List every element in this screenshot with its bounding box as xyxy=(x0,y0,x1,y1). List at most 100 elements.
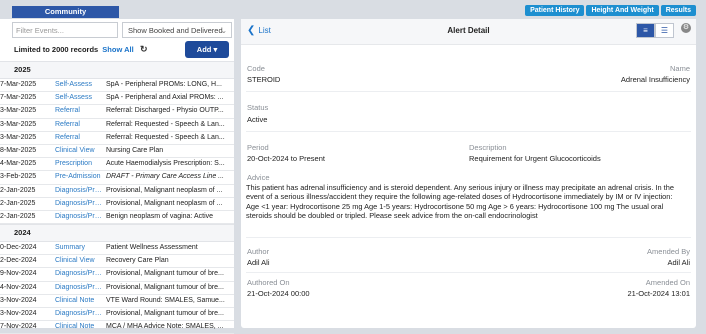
filter-events-input[interactable]: Filter Events... xyxy=(12,22,118,38)
height-and-weight-button[interactable]: Height And Weight xyxy=(586,5,659,16)
amended-on-label: Amended On xyxy=(645,278,690,287)
event-row[interactable]: 3-Mar-2025 Referral Referral: Requested - … xyxy=(0,119,234,132)
event-row[interactable]: 0-Dec-2024 Summary Patient Wellness Assess… xyxy=(0,242,234,256)
event-row[interactable]: 4-Nov-2024 Diagnosis/Pro... Provisional, M… xyxy=(0,282,234,295)
event-description: VTE Ward Round: SMALES, Samue... xyxy=(106,296,225,304)
event-description: Recovery Care Plan xyxy=(106,257,169,265)
event-description: Benign neoplasm of vagina: Active xyxy=(106,212,214,220)
event-description: Provisional, Malignant neoplasm of ... xyxy=(106,199,223,207)
event-type-link[interactable]: Self-Assess xyxy=(55,92,104,104)
event-type-link[interactable]: Diagnosis/Pro... xyxy=(55,282,104,294)
event-row[interactable]: 3-Feb-2025 Pre-Admission DRAFT - Primary C… xyxy=(0,171,234,185)
event-date: 2-Dec-2024 xyxy=(0,257,37,265)
amended-by-value: Adil Ali xyxy=(667,258,690,267)
event-row[interactable]: 2-Dec-2024 Clinical View Recovery Care Pla… xyxy=(0,255,234,269)
events-panel: Filter Events... Show Booked and Deliver… xyxy=(0,19,234,334)
event-type-link[interactable]: Diagnosis/Pro... xyxy=(55,185,104,197)
event-type-link[interactable]: Diagnosis/Pro... xyxy=(55,308,104,320)
name-value: Adrenal Insufficiency xyxy=(620,75,690,84)
event-row[interactable]: 7-Mar-2025 Self-Assess SpA - Peripheral PR… xyxy=(0,79,234,93)
event-date: 3-Mar-2025 xyxy=(0,120,37,128)
results-button[interactable]: Results xyxy=(660,5,696,16)
event-description: Provisional, Malignant neoplasm of ... xyxy=(106,186,223,194)
description-label: Description xyxy=(469,143,507,152)
event-date: 8-Mar-2025 xyxy=(0,146,37,154)
event-type-link[interactable]: Clinical View xyxy=(55,255,104,267)
period-value: 20-Oct-2024 to Present xyxy=(247,154,325,163)
amended-on-value: 21-Oct-2024 13:01 xyxy=(627,289,690,298)
code-label: Code xyxy=(247,64,265,73)
advice-text: This patient has adrenal insufficiency a… xyxy=(246,183,674,221)
event-row[interactable]: 3-Mar-2025 Referral Referral: Discharged -… xyxy=(0,105,234,119)
event-row[interactable]: 9-Nov-2024 Diagnosis/Pro... Provisional, M… xyxy=(0,268,234,282)
event-row[interactable]: 3-Mar-2025 Referral Referral: Requested - … xyxy=(0,132,234,145)
settings-icon[interactable]: ⚙ xyxy=(681,23,691,33)
authored-on-label: Authored On xyxy=(247,278,290,287)
event-date: 9-Nov-2024 xyxy=(0,270,37,278)
event-type-link[interactable]: Diagnosis/Pro... xyxy=(55,211,104,223)
event-type-link[interactable]: Referral xyxy=(55,119,104,131)
event-description: Referral: Requested - Speech & Lan... xyxy=(106,133,225,141)
event-row[interactable]: 2-Jan-2025 Diagnosis/Pro... Provisional, M… xyxy=(0,198,234,211)
event-row[interactable]: 2-Jan-2025 Diagnosis/Pro... Provisional, M… xyxy=(0,185,234,198)
event-description: Provisional, Malignant tumour of bre... xyxy=(106,270,224,278)
event-list: 2025 7-Mar-2025 Self-Assess SpA - Periphera… xyxy=(0,61,234,334)
event-date: 3-Mar-2025 xyxy=(0,107,37,115)
event-type-link[interactable]: Diagnosis/Pro... xyxy=(55,198,104,210)
event-row[interactable]: 7-Mar-2025 Self-Assess SpA - Peripheral an… xyxy=(0,92,234,106)
list-view-icon[interactable]: ☰ xyxy=(655,23,674,38)
event-date: 2-Jan-2025 xyxy=(0,186,36,194)
event-date: 0-Dec-2024 xyxy=(0,244,37,252)
event-type-link[interactable]: Prescription xyxy=(55,158,104,170)
description-value: Requirement for Urgent Glucocorticoids xyxy=(469,154,601,163)
event-row[interactable]: 3-Nov-2024 Clinical Note VTE Ward Round: S… xyxy=(0,295,234,308)
event-date: 3-Mar-2025 xyxy=(0,133,37,141)
event-type-link[interactable]: Pre-Admission xyxy=(55,171,104,183)
divider xyxy=(246,91,691,92)
chevron-down-icon: ⌄ xyxy=(220,26,227,35)
add-button[interactable]: Add ▾ xyxy=(185,41,229,58)
event-row[interactable]: 2-Jan-2025 Diagnosis/Pro... Benign neoplas… xyxy=(0,211,234,225)
event-type-link[interactable]: Diagnosis/Pro... xyxy=(55,268,104,280)
event-type-link[interactable]: Clinical Note xyxy=(55,321,104,333)
event-date: 3-Nov-2024 xyxy=(0,296,37,304)
event-description: Acute Haemodialysis Prescription: S... xyxy=(106,160,225,168)
authored-on-value: 21-Oct-2024 00:00 xyxy=(247,289,310,298)
event-date: 7-Nov-2024 xyxy=(0,323,37,331)
patient-history-button[interactable]: Patient History xyxy=(525,5,585,16)
year-header: 2024 xyxy=(0,224,234,243)
event-description: Referral: Discharged - Physio OUTP... xyxy=(106,107,224,115)
show-all-link[interactable]: Show All xyxy=(102,45,133,54)
event-type-link[interactable]: Referral xyxy=(55,105,104,117)
detail-header: ❮ List Alert Detail ≡ ☰ ⚙ xyxy=(241,19,696,45)
event-date: 3-Feb-2025 xyxy=(0,173,37,181)
event-type-link[interactable]: Summary xyxy=(55,242,104,254)
year-header: 2025 xyxy=(0,61,234,79)
event-date: 2-Jan-2025 xyxy=(0,212,36,220)
refresh-icon[interactable]: ↻ xyxy=(140,44,148,55)
event-type-link[interactable]: Clinical View xyxy=(55,145,104,157)
advice-label: Advice xyxy=(247,173,270,182)
event-description: SpA - Peripheral PROMs: LONG, H... xyxy=(106,81,222,88)
event-row[interactable]: 3-Nov-2024 Diagnosis/Pro... Provisional, M… xyxy=(0,308,234,322)
event-type-link[interactable]: Clinical Note xyxy=(55,295,104,307)
event-type-link[interactable]: Referral xyxy=(55,132,104,144)
view-toggle: ≡ ☰ xyxy=(636,23,674,38)
event-row[interactable]: 4-Mar-2025 Prescription Acute Haemodialysi… xyxy=(0,158,234,172)
show-filter-select[interactable]: Show Booked and Delivered ⌄ xyxy=(122,22,232,38)
status-value: Active xyxy=(247,115,268,124)
compact-view-icon[interactable]: ≡ xyxy=(636,23,655,38)
divider xyxy=(246,131,691,132)
event-description: Patient Wellness Assessment xyxy=(106,244,198,252)
event-description: Provisional, Malignant tumour of bre... xyxy=(106,310,224,317)
filter-row: Filter Events... Show Booked and Deliver… xyxy=(12,22,232,40)
author-label: Author xyxy=(247,247,270,256)
author-value: Adil Ali xyxy=(247,258,270,267)
event-type-link[interactable]: Self-Assess xyxy=(55,79,104,91)
detail-panel: ❮ List Alert Detail ≡ ☰ ⚙ Code STEROID Na… xyxy=(241,19,696,328)
status-label: Status xyxy=(247,103,269,112)
event-description: Nursing Care Plan xyxy=(106,146,164,154)
tab-community[interactable]: Community xyxy=(12,6,119,18)
amended-by-label: Amended By xyxy=(647,247,690,256)
event-row[interactable]: 8-Mar-2025 Clinical View Nursing Care Plan xyxy=(0,145,234,159)
